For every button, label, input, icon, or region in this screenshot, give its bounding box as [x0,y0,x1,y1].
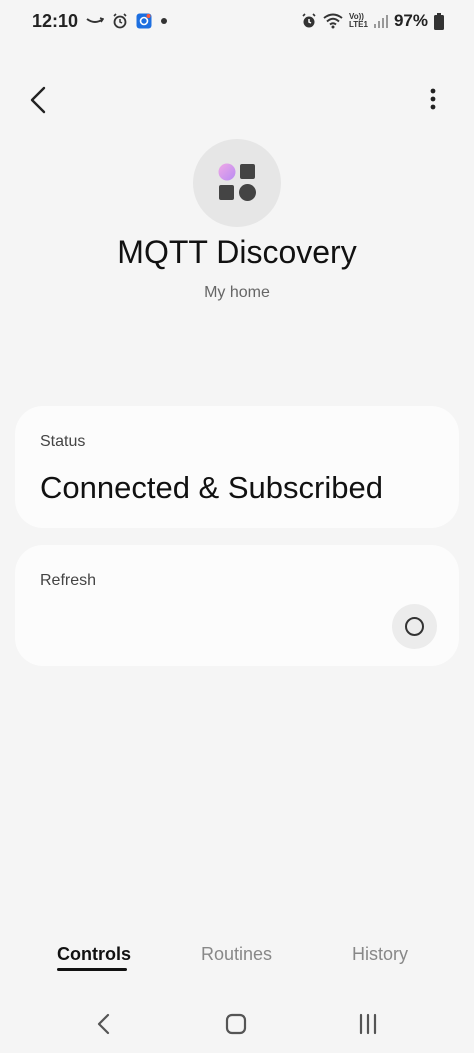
alarm-icon [113,13,127,29]
nav-recents-button[interactable] [348,1010,388,1038]
refresh-button[interactable] [392,604,437,649]
device-icon [193,139,281,227]
status-label: Status [40,433,86,450]
nav-back-button[interactable] [84,1010,124,1038]
back-button[interactable] [24,82,56,118]
nav-recents-icon [359,1013,377,1035]
tab-routines[interactable]: Routines [201,944,272,965]
tab-bar: Controls Routines History [0,940,474,980]
status-left-icons [86,13,168,29]
device-shapes-icon [218,163,256,201]
app-notification-icon [136,13,152,29]
status-bar: 12:10 Vo)) LTE1 97% [0,0,474,46]
nav-back-icon [97,1013,110,1035]
device-location: My home [204,284,270,301]
nav-home-icon [225,1013,247,1035]
dot-icon [161,18,167,24]
wifi-icon [323,13,343,29]
amazon-smile-icon [86,17,104,23]
lte-label: LTE1 [349,20,368,29]
status-time: 12:10 [32,11,79,31]
status-value: Connected & Subscribed [40,470,383,505]
refresh-label: Refresh [40,572,97,589]
device-title: MQTT Discovery [117,234,357,270]
battery-percent: 97% [393,11,428,30]
nav-home-button[interactable] [216,1010,256,1038]
refresh-card: Refresh [15,545,459,666]
status-right-icons: Vo)) LTE1 97% [301,11,444,31]
status-card: Status Connected & Subscribed [15,406,459,528]
active-tab-indicator [57,968,127,971]
signal-icon [373,15,388,28]
circle-icon [405,617,424,636]
more-options-button[interactable] [418,84,448,116]
alarm-icon [302,13,316,28]
tab-history[interactable]: History [352,944,408,965]
tab-controls[interactable]: Controls [57,944,131,965]
battery-icon [434,12,444,30]
more-vertical-icon [430,88,436,110]
chevron-left-icon [30,86,46,114]
system-nav-bar [0,1000,474,1053]
volte-lte-icon: Vo)) LTE1 [349,13,368,29]
